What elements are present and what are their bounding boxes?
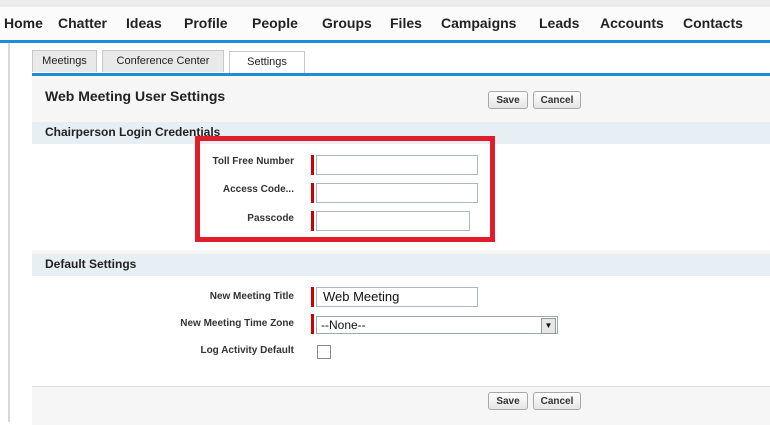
footer-save-button[interactable]: Save <box>488 392 528 410</box>
time-zone-select[interactable]: --None-- ▼ <box>316 316 558 334</box>
left-edge <box>8 43 10 422</box>
top-border <box>0 0 770 7</box>
time-zone-label: New Meeting Time Zone <box>180 318 294 329</box>
nav-home[interactable]: Home <box>4 7 43 40</box>
tab-conference-center[interactable]: Conference Center <box>102 50 224 72</box>
tab-meetings[interactable]: Meetings <box>32 50 97 72</box>
log-activity-label: Log Activity Default <box>200 345 294 356</box>
footer-cancel-button[interactable]: Cancel <box>533 392 581 410</box>
nav-campaigns[interactable]: Campaigns <box>441 7 516 40</box>
nav-people[interactable]: People <box>252 7 298 40</box>
nav-profile[interactable]: Profile <box>184 7 228 40</box>
nav-chatter[interactable]: Chatter <box>58 7 107 40</box>
panel-header: Web Meeting User Settings Save Cancel <box>32 76 770 119</box>
nav-files[interactable]: Files <box>390 7 422 40</box>
highlight-box <box>195 136 495 242</box>
chevron-down-icon[interactable]: ▼ <box>541 318 556 334</box>
cancel-button[interactable]: Cancel <box>533 91 581 109</box>
time-zone-selected-value: --None-- <box>321 318 366 332</box>
nav-groups[interactable]: Groups <box>322 7 372 40</box>
nav-leads[interactable]: Leads <box>539 7 579 40</box>
tab-settings[interactable]: Settings <box>229 51 305 75</box>
nav-accounts[interactable]: Accounts <box>600 7 664 40</box>
meeting-title-label: New Meeting Title <box>209 291 294 302</box>
nav-contacts[interactable]: Contacts <box>683 7 743 40</box>
required-indicator <box>311 287 314 307</box>
page-title: Web Meeting User Settings <box>45 88 226 104</box>
nav-ideas[interactable]: Ideas <box>126 7 162 40</box>
top-navigation: Home Chatter Ideas Profile People Groups… <box>0 7 770 43</box>
meeting-title-input[interactable] <box>316 287 478 307</box>
required-indicator <box>311 314 314 334</box>
default-settings-section-title: Default Settings <box>45 257 137 271</box>
default-settings-section-header: Default Settings <box>32 254 770 276</box>
default-settings-section-body: New Meeting Title New Meeting Time Zone … <box>32 276 770 386</box>
log-activity-checkbox[interactable] <box>317 345 331 359</box>
settings-panel: Web Meeting User Settings Save Cancel Ch… <box>32 73 770 425</box>
save-button[interactable]: Save <box>488 91 528 109</box>
footer-divider <box>32 386 770 387</box>
